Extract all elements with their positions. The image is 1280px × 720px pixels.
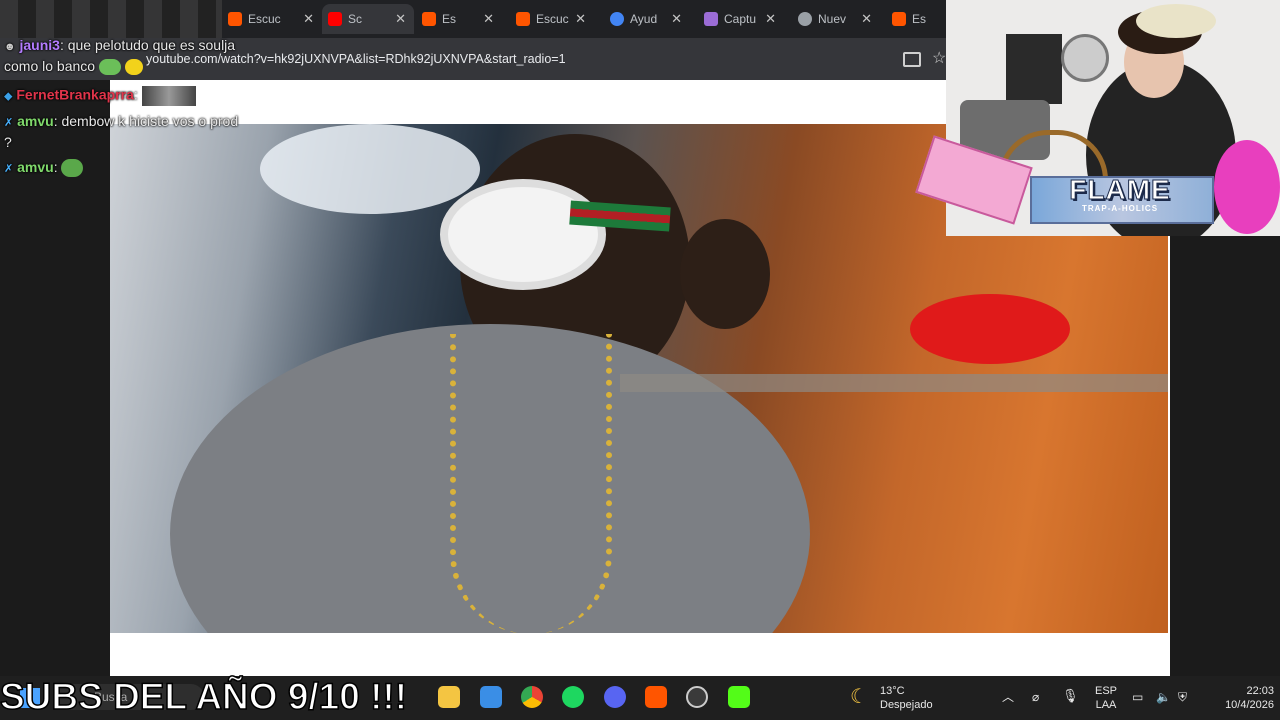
pikachu-emote-icon xyxy=(124,59,143,76)
tab-label: Es xyxy=(442,12,457,26)
video-goggles xyxy=(440,179,606,290)
tab-label: Es xyxy=(912,12,927,26)
video-chain xyxy=(450,334,612,633)
chat-username[interactable]: FernetBrankaprra xyxy=(16,87,134,103)
microphone-icon[interactable]: 🎙 xyxy=(1062,689,1079,703)
close-icon[interactable]: ✕ xyxy=(483,11,494,27)
chat-message: ✗ amvu: xyxy=(4,159,84,178)
subs-caption: SUBS DEL AÑO 9/10 !!! xyxy=(0,675,408,718)
chat-text: ? xyxy=(4,134,12,150)
tab-label: Nuev xyxy=(818,12,847,26)
chat-username[interactable]: jauni3 xyxy=(19,37,59,53)
flame-logo-text: FLAME xyxy=(1069,174,1171,206)
sword-badge-icon: ✗ xyxy=(4,117,14,129)
tab-label: Escuc xyxy=(248,12,281,26)
browser-tab[interactable]: Ayud ✕ xyxy=(610,4,682,34)
cam-cap xyxy=(1136,4,1216,38)
moon-icon: ☾ xyxy=(850,686,868,708)
close-icon[interactable]: ✕ xyxy=(861,11,872,27)
monitor-icon[interactable]: ▭ xyxy=(1132,690,1143,704)
tab-label: Ayud xyxy=(630,12,658,26)
browser-tab[interactable]: Escuc ✕ xyxy=(516,4,586,34)
browser-tab[interactable]: Captu ✕ xyxy=(704,4,776,34)
sub-badge-icon: ◆ xyxy=(4,90,13,103)
browser-tab-strip: Escuc ✕ Sc ✕ Es ✕ Escuc ✕ Ayud ✕ Captu ✕… xyxy=(0,0,946,38)
flame-subtitle: TRAP-A-HOLICS xyxy=(1081,204,1159,213)
network-off-icon[interactable]: ⌀ xyxy=(1032,690,1039,704)
clock-time[interactable]: 22:03 xyxy=(1208,684,1274,698)
obs-icon[interactable] xyxy=(686,686,708,708)
chat-message: ☻ jauni3: que pelotudo que es soulja xyxy=(4,37,235,53)
google-icon xyxy=(610,12,624,26)
pepe-emote-icon xyxy=(61,159,84,178)
lang-bottom[interactable]: LAA xyxy=(1094,698,1118,712)
chat-message: ✗ amvu: dembow k hiciste vos o prod xyxy=(4,113,238,129)
tab-thumbnails xyxy=(0,0,222,38)
close-icon[interactable]: ✕ xyxy=(575,11,586,27)
cam-fan xyxy=(1061,34,1109,82)
cam-poster xyxy=(1006,34,1062,104)
tab-label: Escuc xyxy=(536,12,569,26)
chat-message: como lo banco xyxy=(4,58,143,76)
soundcloud-icon xyxy=(892,12,906,26)
youtube-icon xyxy=(328,12,342,26)
kick-icon[interactable] xyxy=(728,686,750,708)
weather-temp[interactable]: 13°C xyxy=(880,684,905,698)
chat-text: : dembow k hiciste vos o prod xyxy=(53,113,239,129)
browser-tab[interactable]: Es ✕ xyxy=(422,4,494,34)
soundcloud-icon[interactable] xyxy=(645,686,667,708)
browser-tab-active[interactable]: Sc ✕ xyxy=(322,4,414,34)
chat-text: como lo banco xyxy=(4,58,96,74)
spotify-icon[interactable] xyxy=(562,686,584,708)
browser-tab[interactable]: Nuev ✕ xyxy=(798,4,872,34)
buddha-icon xyxy=(1214,140,1280,234)
file-explorer-icon[interactable] xyxy=(438,686,460,708)
soundcloud-icon xyxy=(422,12,436,26)
browser-tab[interactable]: Es xyxy=(892,4,946,34)
close-icon[interactable]: ✕ xyxy=(303,11,314,27)
shield-icon[interactable]: ⛨ xyxy=(1178,690,1187,704)
bookmark-star-icon[interactable]: ☆ xyxy=(932,48,946,68)
close-icon[interactable]: ✕ xyxy=(765,11,776,27)
close-icon[interactable]: ✕ xyxy=(395,11,406,27)
soundcloud-icon xyxy=(228,12,242,26)
soundcloud-icon xyxy=(516,12,530,26)
weather-desc[interactable]: Despejado xyxy=(880,698,933,712)
chat-username[interactable]: amvu xyxy=(17,113,54,129)
install-icon[interactable] xyxy=(903,52,921,67)
store-icon[interactable] xyxy=(480,686,502,708)
browser-tab[interactable]: Escuc ✕ xyxy=(228,4,314,34)
pepe-emote-icon xyxy=(98,59,121,76)
video-counter xyxy=(620,374,1168,392)
url-field[interactable]: youtube.com/watch?v=hk92jUXNVPA&list=RDh… xyxy=(146,52,566,66)
video-arm-highlight xyxy=(260,124,480,214)
video-hand xyxy=(680,219,770,329)
chat-message: ◆ FernetBrankaprra: xyxy=(4,86,196,106)
face-emote-icon xyxy=(141,86,196,106)
chat-text: : que pelotudo que es soulja xyxy=(59,37,236,53)
chevron-up-icon[interactable]: ︿ xyxy=(1002,690,1014,704)
lang-top[interactable]: ESP xyxy=(1094,684,1118,698)
tab-label: Sc xyxy=(348,12,363,26)
close-icon[interactable]: ✕ xyxy=(671,11,682,27)
right-panel xyxy=(1170,220,1280,676)
chrome-icon[interactable] xyxy=(521,686,543,708)
chat-text: : xyxy=(53,159,58,175)
sword-badge-icon: ✗ xyxy=(4,163,14,175)
pen-icon xyxy=(704,12,718,26)
speaker-icon[interactable]: 🔈 xyxy=(1156,690,1171,704)
chat-text: : xyxy=(133,86,138,103)
chat-username[interactable]: amvu xyxy=(17,159,54,175)
video-red-cap xyxy=(910,294,1070,364)
chrome-icon xyxy=(798,12,812,26)
discord-icon[interactable] xyxy=(604,686,626,708)
tab-label: Captu xyxy=(724,12,757,26)
chat-message: ? xyxy=(4,134,12,150)
clock-date[interactable]: 10/4/2026 xyxy=(1198,698,1274,712)
badge-icon: ☻ xyxy=(4,41,16,53)
